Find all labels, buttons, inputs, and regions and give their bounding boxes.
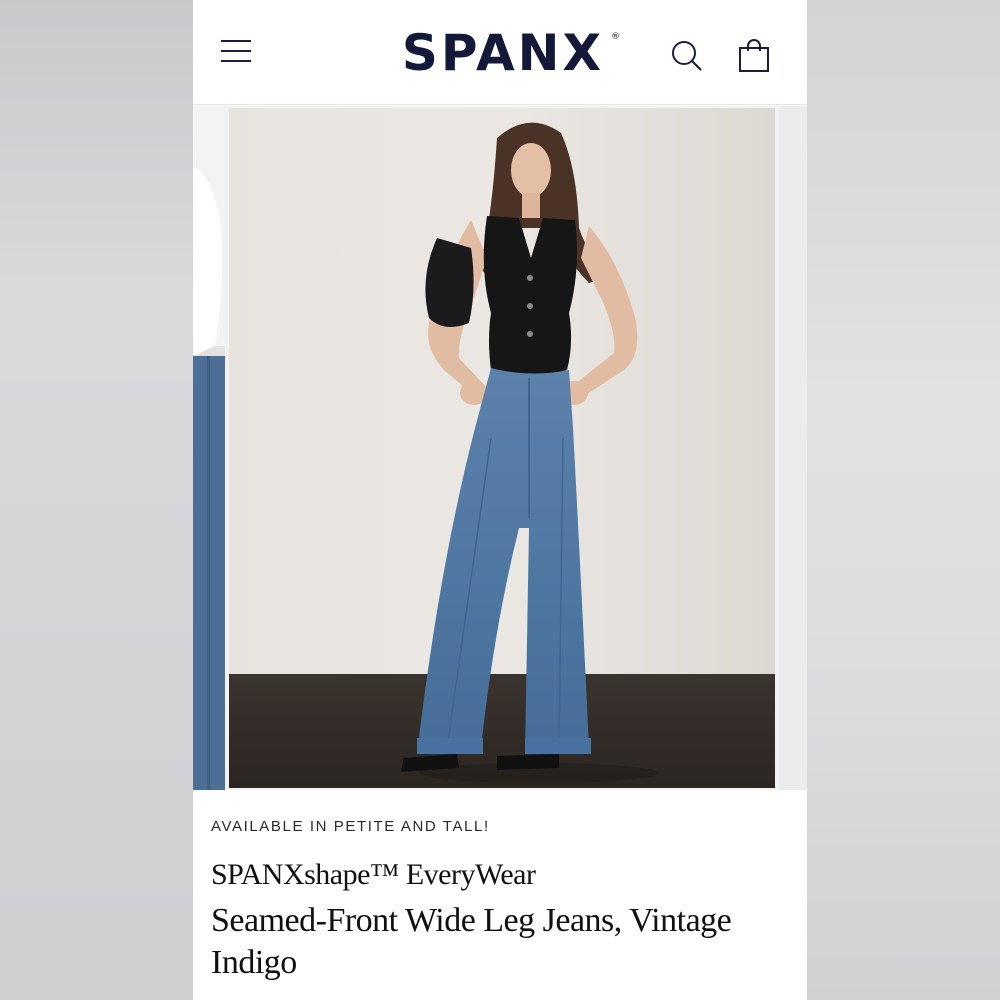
previous-slide-preview[interactable] xyxy=(193,106,225,790)
product-title: Seamed-Front Wide Leg Jeans, Vintage Ind… xyxy=(211,902,732,981)
logo-registered-mark: ® xyxy=(611,32,623,42)
next-slide-preview[interactable] xyxy=(779,106,807,790)
product-image-gallery[interactable] xyxy=(193,106,807,790)
shopping-bag-icon[interactable] xyxy=(737,38,771,74)
search-icon[interactable] xyxy=(669,38,705,74)
logo-text: SPANX xyxy=(401,24,605,82)
hamburger-menu-icon[interactable] xyxy=(221,40,253,66)
product-collection: SPANXshape™ EveryWear xyxy=(211,858,536,891)
product-page: SPANX ® AVAILABLE IN PETITE AND TALL! SP… xyxy=(193,0,807,1000)
main-product-image[interactable] xyxy=(229,108,775,788)
spanx-logo[interactable]: SPANX ® xyxy=(383,24,623,82)
product-info: AVAILABLE IN PETITE AND TALL! SPANXshape… xyxy=(193,790,807,1000)
site-header: SPANX ® xyxy=(193,0,807,105)
availability-note: AVAILABLE IN PETITE AND TALL! xyxy=(211,818,490,835)
background-left xyxy=(0,0,193,1000)
background-right xyxy=(807,0,1000,1000)
